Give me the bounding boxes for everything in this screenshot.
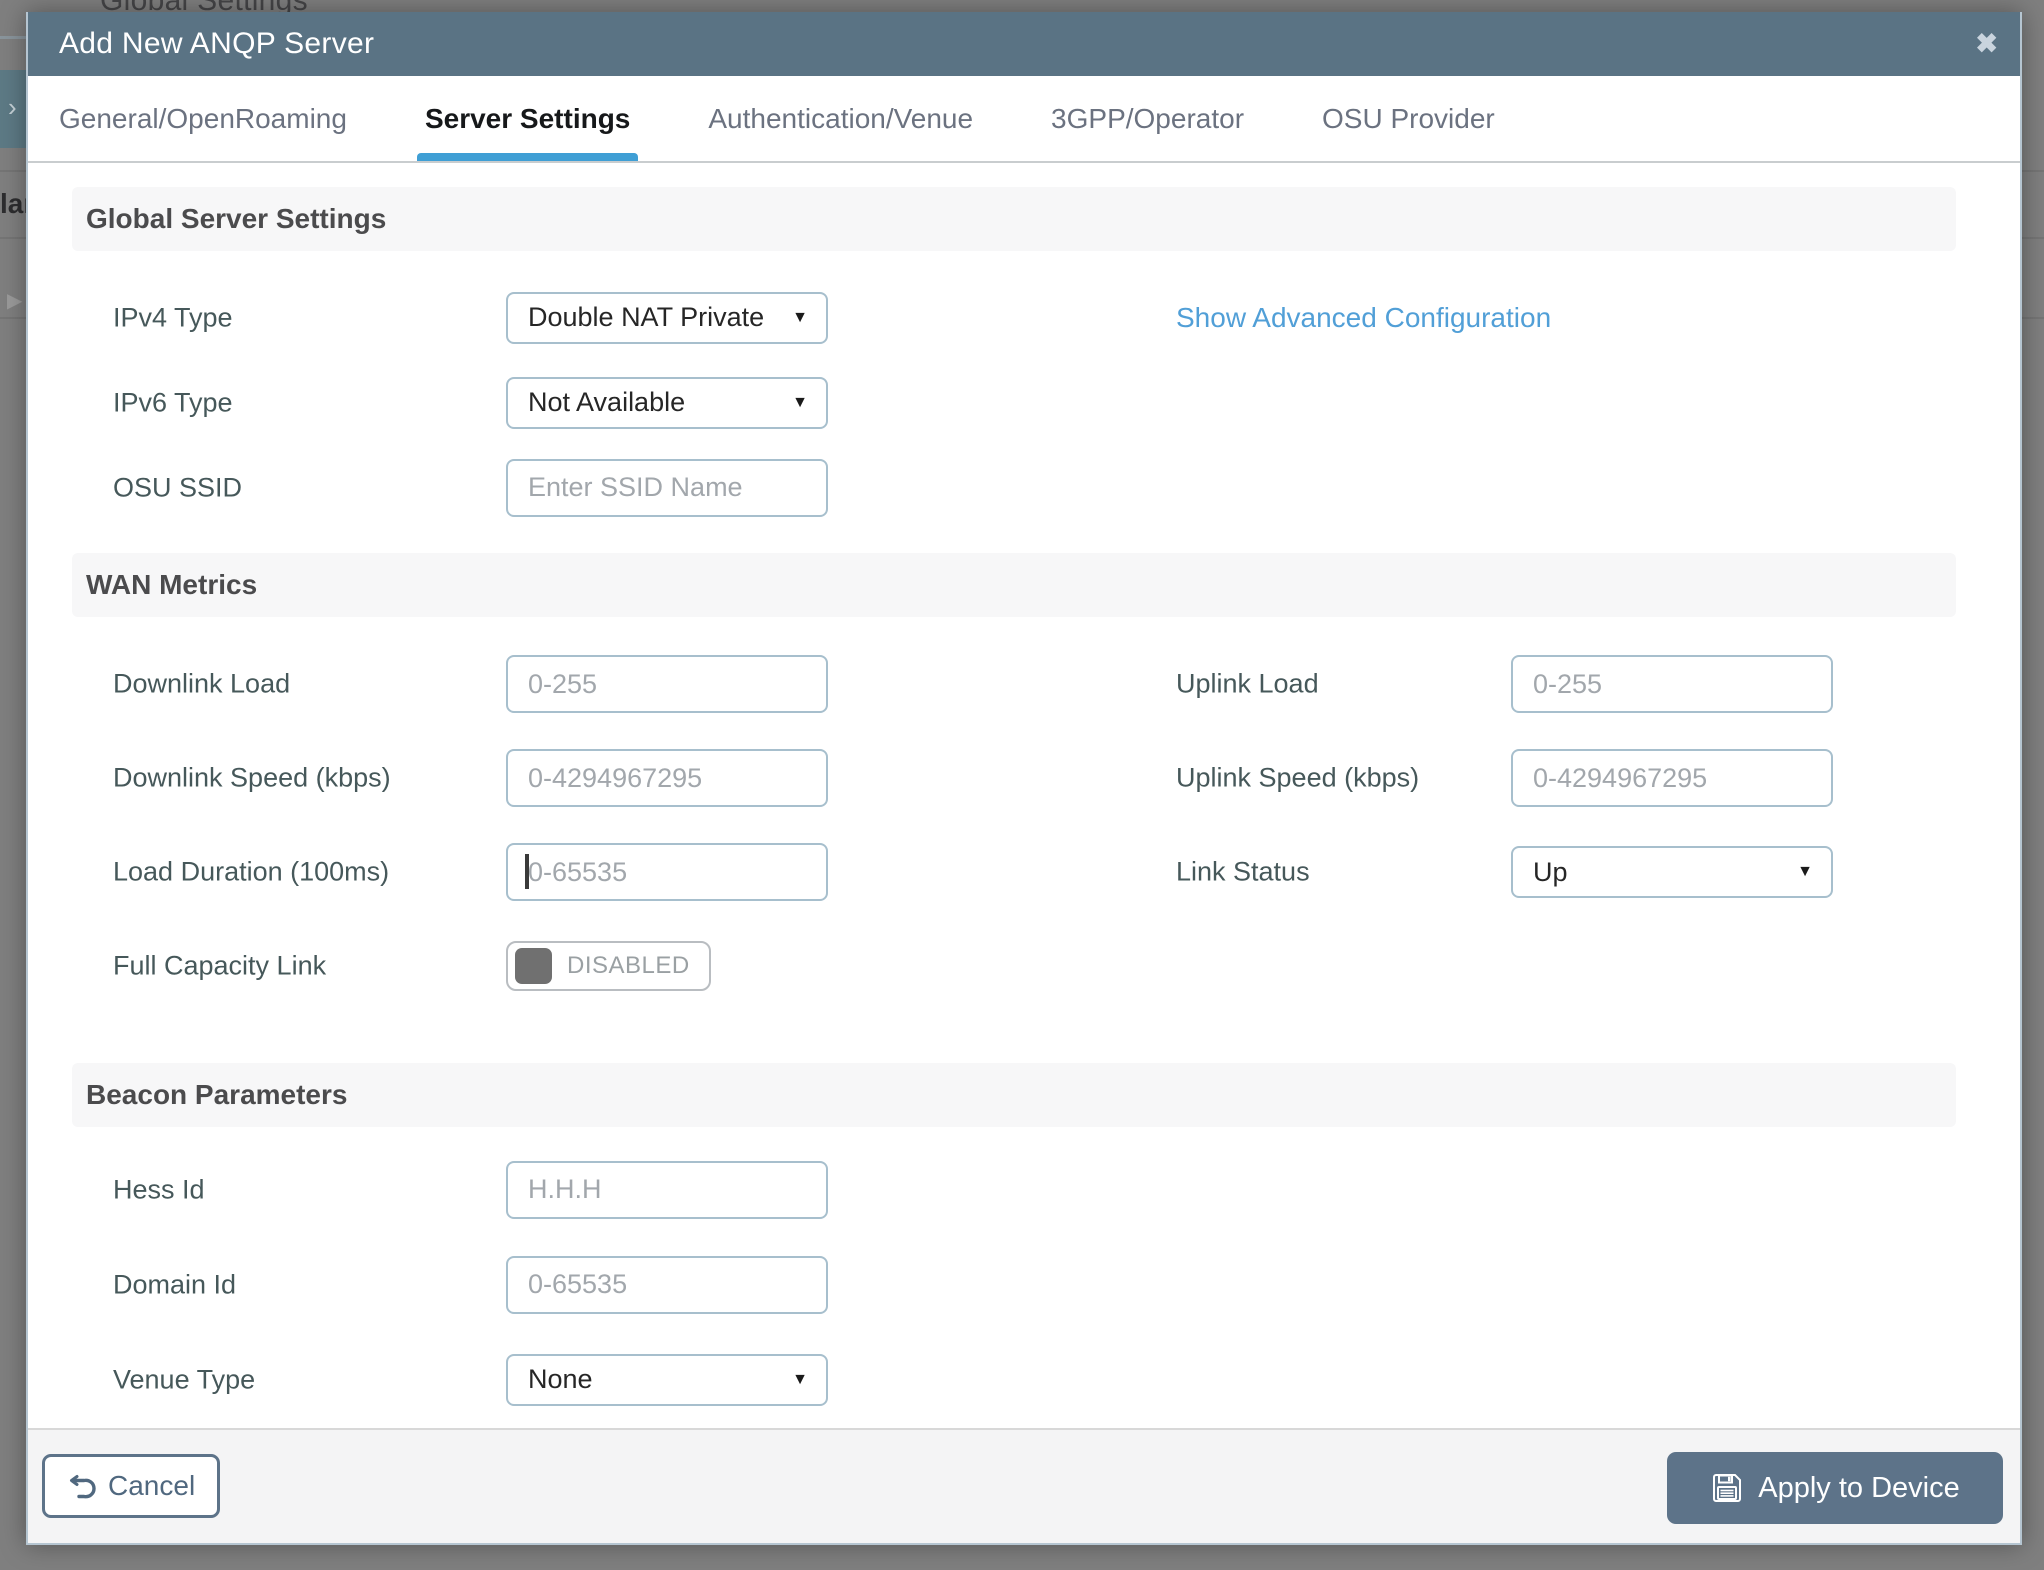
section-beacon-parameters: Beacon Parameters [72,1063,1956,1127]
tab-server-settings[interactable]: Server Settings [425,76,630,161]
show-advanced-configuration-link[interactable]: Show Advanced Configuration [1176,302,1551,334]
uplink-speed-label: Uplink Speed (kbps) [1176,763,1419,794]
tab-general-openroaming[interactable]: General/OpenRoaming [59,76,347,161]
dialog-title: Add New ANQP Server [59,27,374,61]
domain-id-input[interactable] [506,1256,828,1314]
ipv6-type-dropdown[interactable]: Not Available ▼ [506,377,828,429]
cancel-button-label: Cancel [108,1470,195,1502]
venue-type-dropdown[interactable]: None ▼ [506,1354,828,1406]
chevron-down-icon: ▼ [792,309,808,327]
text-cursor [525,854,529,889]
downlink-load-input[interactable] [506,655,828,713]
downlink-uplink-load-row: Downlink Load Uplink Load [72,637,1956,731]
osu-ssid-label: OSU SSID [113,472,242,503]
hess-id-row: Hess Id [72,1142,1956,1237]
dialog-footer: Cancel Apply to Device [28,1428,2020,1543]
full-capacity-link-row: Full Capacity Link DISABLED [72,919,1956,1013]
section-global-server-settings: Global Server Settings [72,187,1956,251]
tab-authentication-venue[interactable]: Authentication/Venue [708,76,973,161]
dialog-header: Add New ANQP Server ✖ [28,12,2020,76]
ipv6-type-label: IPv6 Type [113,387,233,418]
domain-id-label: Domain Id [113,1269,236,1300]
osu-ssid-input[interactable] [506,459,828,517]
ipv4-type-row: IPv4 Type Double NAT Private ▼ Show Adva… [72,275,1956,360]
load-duration-input[interactable] [506,843,828,901]
tab-osu-provider[interactable]: OSU Provider [1322,76,1495,161]
toggle-state-label: DISABLED [567,952,690,980]
hess-id-input[interactable] [506,1161,828,1219]
load-duration-label: Load Duration (100ms) [113,857,389,888]
add-anqp-server-dialog: Add New ANQP Server ✖ General/OpenRoamin… [26,12,2022,1545]
downlink-uplink-speed-row: Downlink Speed (kbps) Uplink Speed (kbps… [72,731,1956,825]
ipv6-type-row: IPv6 Type Not Available ▼ [72,360,1956,445]
chevron-right-icon: › [8,94,17,120]
chevron-down-icon: ▼ [1797,863,1813,881]
dialog-tabs: General/OpenRoaming Server Settings Auth… [28,76,2020,163]
toggle-knob [515,948,552,984]
downlink-speed-input[interactable] [506,749,828,807]
full-capacity-link-label: Full Capacity Link [113,951,326,982]
apply-button-label: Apply to Device [1758,1472,1960,1505]
dialog-content: Global Server Settings IPv4 Type Double … [28,163,2020,1427]
full-capacity-link-toggle[interactable]: DISABLED [506,941,711,991]
hess-id-label: Hess Id [113,1174,205,1205]
section-wan-metrics: WAN Metrics [72,553,1956,617]
uplink-load-label: Uplink Load [1176,669,1319,700]
chevron-down-icon: ▼ [792,1371,808,1389]
venue-type-label: Venue Type [113,1364,255,1395]
venue-type-row: Venue Type None ▼ [72,1332,1956,1427]
chevron-down-icon: ▼ [792,394,808,412]
downlink-load-label: Downlink Load [113,669,290,700]
expand-arrow-icon: ▶ [7,288,22,313]
osu-ssid-row: OSU SSID [72,445,1956,530]
ipv4-type-label: IPv4 Type [113,302,233,333]
backdrop-selected-band: › [0,70,26,148]
load-duration-link-status-row: Load Duration (100ms) Link Status Up ▼ [72,825,1956,919]
link-status-label: Link Status [1176,857,1310,888]
cancel-button[interactable]: Cancel [42,1454,220,1518]
uplink-load-input[interactable] [1511,655,1833,713]
close-icon[interactable]: ✖ [1975,31,1998,58]
apply-to-device-button[interactable]: Apply to Device [1667,1452,2003,1524]
downlink-speed-label: Downlink Speed (kbps) [113,763,391,794]
tab-3gpp-operator[interactable]: 3GPP/Operator [1051,76,1244,161]
save-icon [1710,1471,1744,1505]
undo-icon [67,1471,97,1501]
uplink-speed-input[interactable] [1511,749,1833,807]
link-status-dropdown[interactable]: Up ▼ [1511,846,1833,898]
ipv4-type-dropdown[interactable]: Double NAT Private ▼ [506,292,828,344]
domain-id-row: Domain Id [72,1237,1956,1332]
